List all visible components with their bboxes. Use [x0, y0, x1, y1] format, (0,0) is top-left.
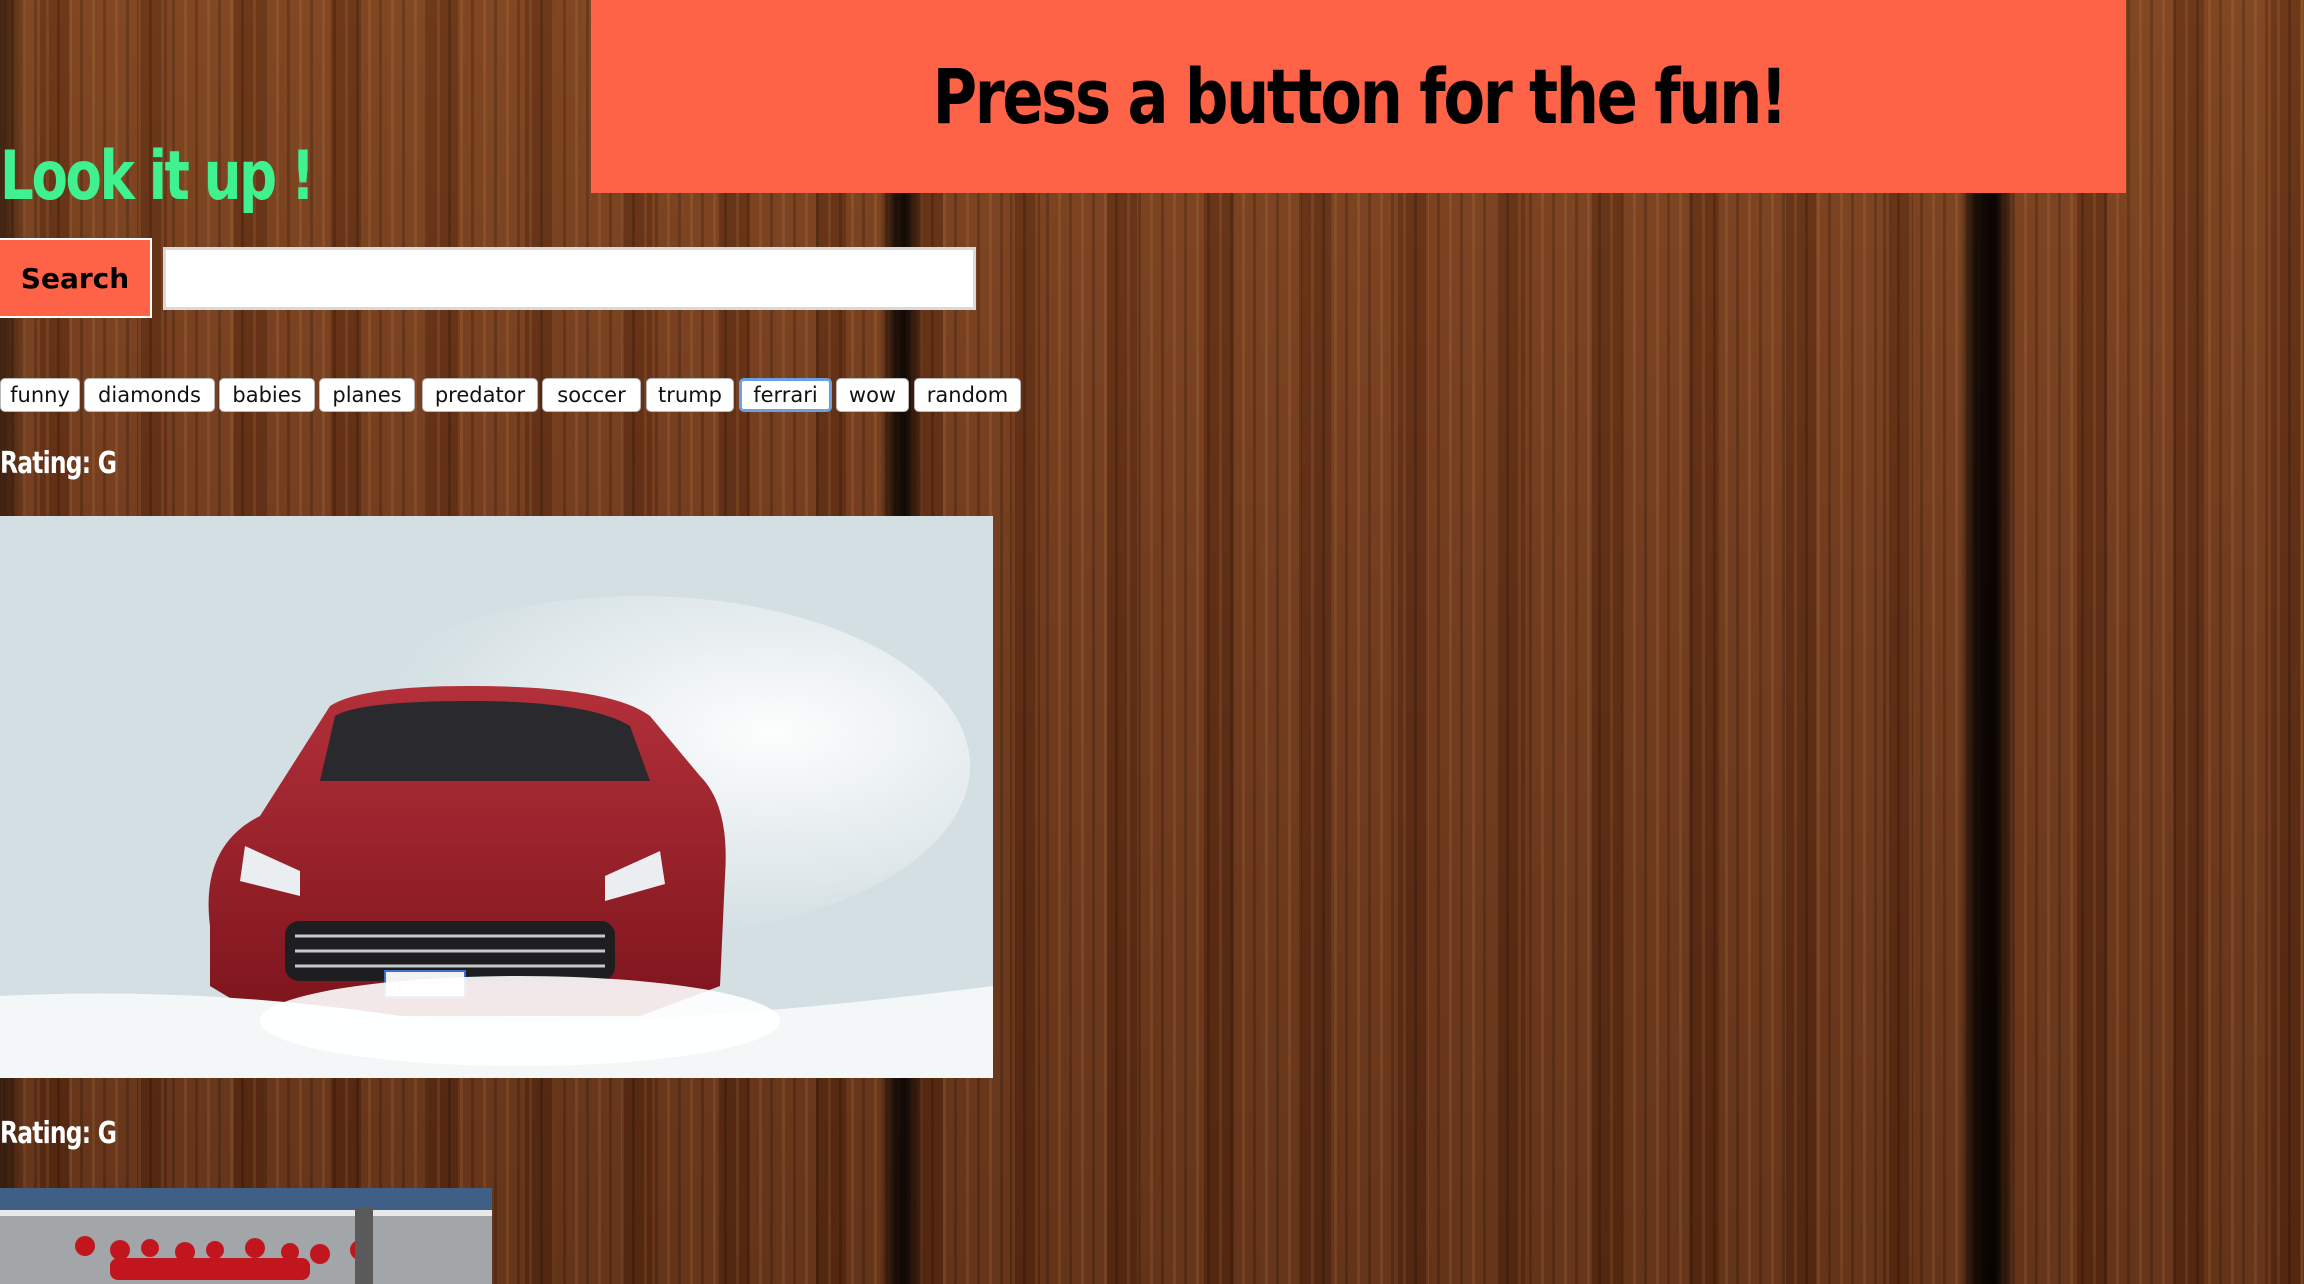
topic-button-babies[interactable]: babies	[219, 378, 315, 412]
topic-button-planes[interactable]: planes	[319, 378, 415, 412]
banner-title: Press a button for the fun!	[932, 52, 1787, 141]
topic-button-random[interactable]: random	[914, 378, 1021, 412]
topic-button-ferrari[interactable]: ferrari	[739, 378, 832, 412]
ferrari-snow-illustration	[0, 516, 993, 1078]
search-heading: Look it up !	[0, 137, 315, 216]
topic-button-funny[interactable]: funny	[0, 378, 80, 412]
gif-image-ferrari-pitstop[interactable]	[0, 1188, 492, 1284]
topic-button-diamonds[interactable]: diamonds	[84, 378, 215, 412]
header-banner: Press a button for the fun!	[591, 0, 2126, 193]
topic-button-predator[interactable]: predator	[422, 378, 538, 412]
topic-button-trump[interactable]: trump	[646, 378, 734, 412]
topic-button-wow[interactable]: wow	[836, 378, 909, 412]
topic-buttons: funny diamonds babies planes predator so…	[0, 378, 1030, 412]
gif-image-ferrari-snow[interactable]	[0, 516, 993, 1078]
gif-rating-1: Rating: G	[0, 446, 117, 481]
topic-button-soccer[interactable]: soccer	[542, 378, 641, 412]
gif-rating-2: Rating: G	[0, 1116, 117, 1151]
search-input[interactable]	[163, 247, 976, 310]
ferrari-pitstop-illustration	[0, 1188, 492, 1284]
search-button[interactable]: Search	[0, 238, 152, 318]
